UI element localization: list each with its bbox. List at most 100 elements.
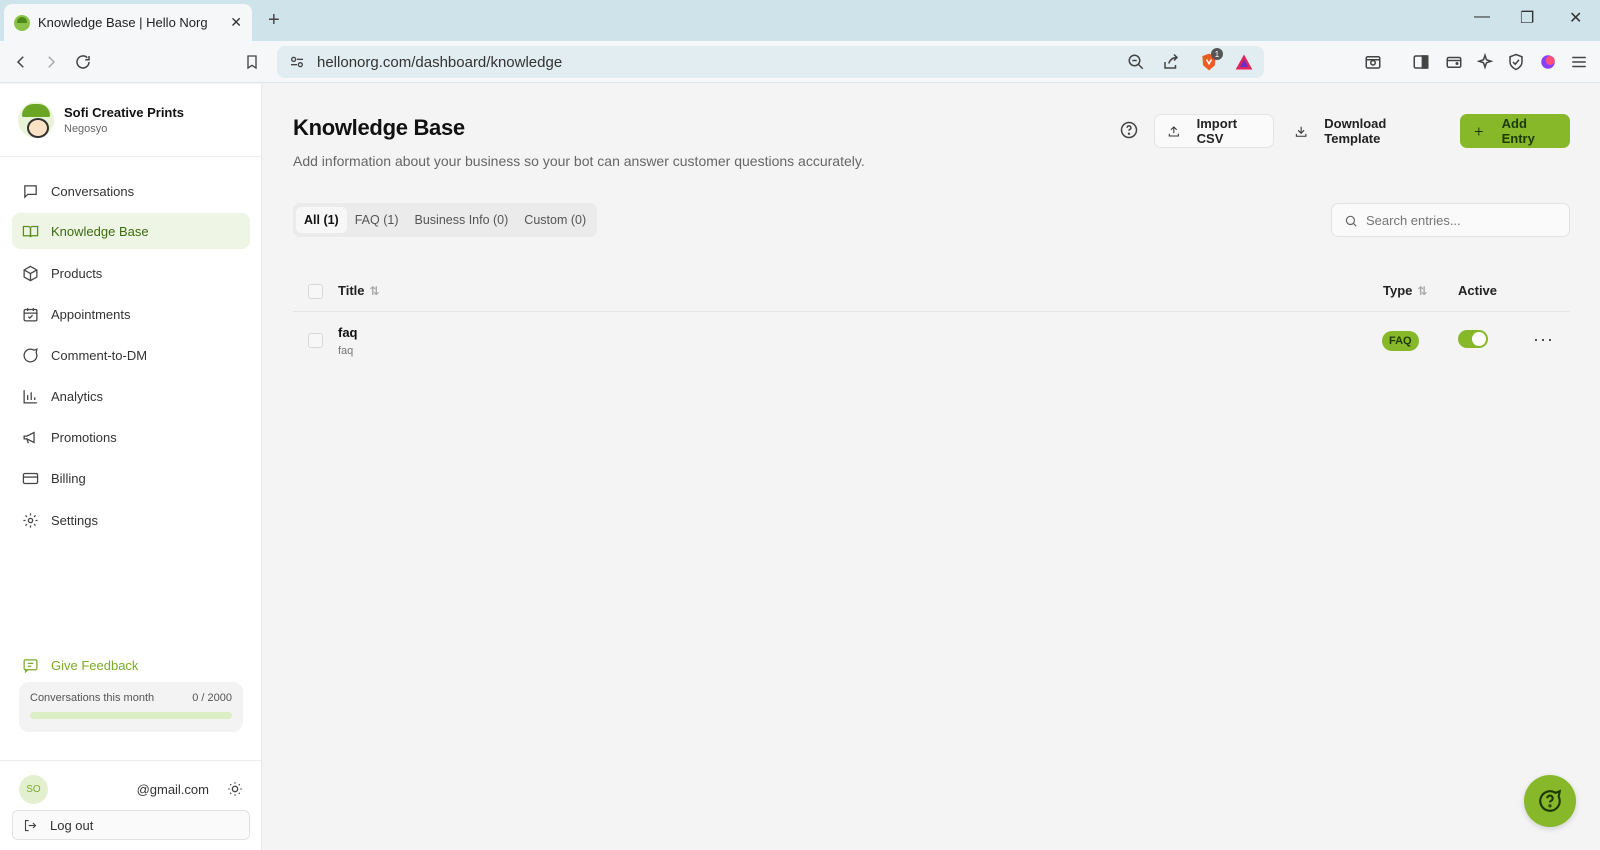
bar-chart-icon bbox=[23, 389, 37, 404]
vpn-icon[interactable] bbox=[1506, 52, 1526, 72]
message-circle-icon bbox=[23, 347, 38, 362]
forward-icon[interactable] bbox=[40, 51, 62, 73]
sidebar-item-billing[interactable]: Billing bbox=[12, 460, 250, 496]
wallet-icon[interactable] bbox=[1444, 52, 1464, 72]
reload-icon[interactable] bbox=[72, 51, 94, 73]
help-circle-icon[interactable] bbox=[1120, 121, 1138, 139]
share-icon[interactable] bbox=[1161, 52, 1181, 72]
row-subtitle: faq bbox=[338, 345, 354, 357]
url-text: hellonorg.com/dashboard/knowledge bbox=[317, 53, 563, 71]
sort-icon: ⇅ bbox=[1417, 283, 1428, 298]
upload-icon bbox=[1168, 125, 1179, 137]
sidebar-item-label: Promotions bbox=[51, 429, 117, 445]
back-icon[interactable] bbox=[10, 51, 32, 73]
help-chat-button[interactable] bbox=[1524, 775, 1576, 827]
sidebar-item-promotions[interactable]: Promotions bbox=[12, 419, 250, 455]
sidebar-item-label: Settings bbox=[51, 512, 98, 528]
add-entry-label: Add Entry bbox=[1501, 116, 1535, 146]
brand-logo-icon bbox=[18, 102, 54, 138]
sun-icon[interactable] bbox=[227, 781, 243, 797]
gear-icon bbox=[23, 512, 38, 528]
logout-icon bbox=[24, 819, 37, 831]
site-settings-icon[interactable] bbox=[289, 54, 305, 70]
sidebar-toggle-icon[interactable] bbox=[1411, 52, 1431, 72]
sidebar-item-label: Comment-to-DM bbox=[51, 347, 148, 363]
minimize-icon[interactable]: — bbox=[1474, 8, 1490, 26]
give-feedback-link[interactable]: Give Feedback bbox=[22, 657, 138, 674]
tab-title: Knowledge Base | Hello Norg bbox=[38, 15, 208, 30]
logout-button[interactable]: Log out bbox=[12, 810, 250, 840]
sidebar-item-label: Analytics bbox=[51, 388, 104, 404]
restore-icon[interactable]: ❐ bbox=[1520, 8, 1534, 28]
address-bar[interactable]: hellonorg.com/dashboard/knowledge bbox=[277, 46, 1264, 78]
new-tab-button[interactable]: + bbox=[268, 9, 280, 31]
sidebar-item-conversations[interactable]: Conversations bbox=[12, 173, 250, 209]
user-row: SO @gmail.com bbox=[19, 774, 243, 804]
sidebar-divider bbox=[0, 156, 262, 157]
plus-icon bbox=[1474, 127, 1483, 135]
brand-subtitle: Negosyo bbox=[64, 123, 108, 135]
user-email: @gmail.com bbox=[136, 781, 209, 797]
select-all-checkbox[interactable] bbox=[308, 284, 323, 299]
column-title[interactable]: Title ⇅ bbox=[338, 283, 380, 298]
search-input[interactable] bbox=[1366, 212, 1556, 228]
tab-business-info[interactable]: Business Info (0) bbox=[407, 207, 517, 233]
book-open-icon bbox=[22, 225, 39, 237]
sidebar-item-label: Knowledge Base bbox=[51, 223, 149, 239]
download-template-button[interactable]: Download Template bbox=[1282, 114, 1452, 148]
feedback-label: Give Feedback bbox=[51, 658, 139, 673]
sidebar-item-appointments[interactable]: Appointments bbox=[12, 296, 250, 332]
brave-rewards-icon[interactable] bbox=[1234, 52, 1254, 72]
import-csv-label: Import CSV bbox=[1196, 116, 1238, 146]
menu-icon[interactable] bbox=[1569, 52, 1589, 72]
brand[interactable]: Sofi Creative Prints Negosyo bbox=[18, 102, 184, 138]
column-type-label: Type bbox=[1383, 283, 1413, 298]
profile-icon[interactable] bbox=[1538, 52, 1558, 72]
megaphone-icon bbox=[23, 431, 35, 443]
search-box bbox=[1331, 203, 1570, 237]
sidebar-item-knowledge-base[interactable]: Knowledge Base bbox=[12, 213, 250, 249]
calendar-check-icon bbox=[23, 307, 38, 322]
package-icon bbox=[23, 265, 38, 281]
search-icon bbox=[1345, 215, 1357, 227]
sidebar-item-analytics[interactable]: Analytics bbox=[12, 378, 250, 414]
window-close-icon[interactable]: ✕ bbox=[1569, 8, 1582, 28]
sort-icon: ⇅ bbox=[369, 283, 380, 298]
column-active: Active bbox=[1458, 283, 1497, 298]
usage-progress-bar bbox=[30, 712, 232, 719]
credit-card-icon bbox=[22, 472, 39, 484]
sidebar-item-products[interactable]: Products bbox=[12, 255, 250, 291]
sidebar-item-label: Billing bbox=[51, 470, 86, 486]
tab-faq[interactable]: FAQ (1) bbox=[347, 207, 407, 233]
brave-shields-icon[interactable]: 1 bbox=[1199, 48, 1223, 72]
sidebar-item-comment-to-dm[interactable]: Comment-to-DM bbox=[12, 337, 250, 373]
type-badge: FAQ bbox=[1382, 331, 1419, 351]
active-toggle[interactable] bbox=[1458, 330, 1488, 348]
table-row[interactable]: faq faq FAQ ··· bbox=[293, 313, 1570, 369]
download-icon bbox=[1295, 126, 1307, 137]
download-template-label: Download Template bbox=[1324, 116, 1387, 146]
reader-mode-icon[interactable] bbox=[1363, 52, 1383, 72]
add-entry-button[interactable]: Add Entry bbox=[1460, 114, 1570, 148]
bookmark-icon[interactable] bbox=[241, 51, 263, 73]
browser-tab-bar: Knowledge Base | Hello Norg ✕ + — ❐ ✕ bbox=[0, 0, 1600, 41]
filter-tabs: All (1) FAQ (1) Business Info (0) Custom… bbox=[293, 203, 598, 237]
row-checkbox[interactable] bbox=[308, 333, 323, 348]
import-csv-button[interactable]: Import CSV bbox=[1154, 114, 1274, 148]
tab-close-icon[interactable]: ✕ bbox=[230, 14, 242, 31]
column-type[interactable]: Type ⇅ bbox=[1383, 283, 1427, 298]
leo-ai-icon[interactable] bbox=[1475, 52, 1495, 72]
sidebar-divider bbox=[0, 760, 262, 761]
browser-tab[interactable]: Knowledge Base | Hello Norg ✕ bbox=[4, 4, 252, 41]
zoom-icon[interactable] bbox=[1126, 52, 1146, 72]
feedback-icon bbox=[23, 659, 38, 674]
more-options-icon[interactable]: ··· bbox=[1533, 329, 1554, 350]
help-chat-icon bbox=[1539, 789, 1562, 812]
tab-custom[interactable]: Custom (0) bbox=[516, 207, 594, 233]
avatar[interactable]: SO bbox=[19, 774, 48, 804]
sidebar-item-settings[interactable]: Settings bbox=[12, 502, 250, 538]
tab-all[interactable]: All (1) bbox=[296, 207, 347, 233]
table-header: Title ⇅ Type ⇅ Active bbox=[293, 272, 1570, 312]
usage-value: 0 / 2000 bbox=[192, 692, 232, 704]
sidebar: Sofi Creative Prints Negosyo Conversatio… bbox=[0, 84, 262, 850]
